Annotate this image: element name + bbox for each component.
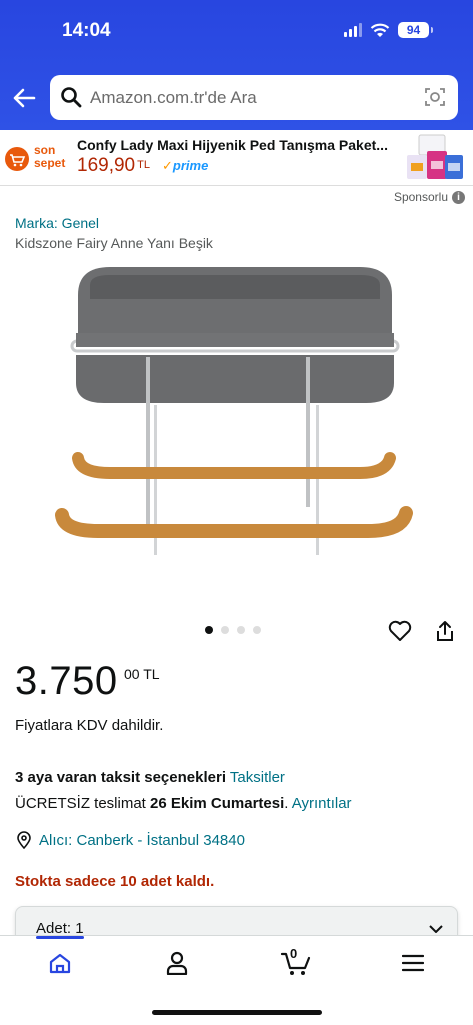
- camera-scan-icon[interactable]: [424, 86, 446, 108]
- vat-note: Fiyatlara KDV dahildir.: [15, 717, 164, 734]
- nav-cart[interactable]: 0: [276, 946, 316, 978]
- chevron-down-icon: [429, 925, 443, 933]
- banner-price: 169,90 TL: [77, 155, 150, 177]
- installment-text: 3 aya varan taksit seçenekleri: [15, 769, 226, 786]
- hamburger-menu-icon: [402, 954, 424, 972]
- share-icon[interactable]: [434, 620, 456, 642]
- cart-count: 0: [290, 946, 298, 961]
- sponsored-text: Sponsorlu: [393, 190, 448, 204]
- delivery-prefix: ÜCRETSİZ teslimat: [15, 795, 146, 812]
- delivery-details-link[interactable]: Ayrıntılar: [292, 795, 352, 812]
- delivery-location[interactable]: Alıcı: Canberk - İstanbul 34840: [15, 831, 245, 849]
- top-header: 14:04 94 Amazon.com.tr'de Ara: [0, 0, 473, 130]
- price-main: 3.750: [15, 659, 118, 703]
- status-icons: 94: [344, 22, 433, 38]
- search-bar[interactable]: Amazon.com.tr'de Ara: [50, 75, 458, 120]
- prime-badge: ✓prime: [162, 158, 209, 173]
- price-currency: TL: [143, 666, 160, 682]
- product-title: Kidszone Fairy Anne Yanı Beşik: [15, 235, 213, 251]
- search-input[interactable]: Amazon.com.tr'de Ara: [90, 88, 257, 108]
- carousel-dot[interactable]: [237, 626, 245, 634]
- image-carousel-dots[interactable]: [205, 626, 261, 634]
- home-icon: [49, 953, 71, 974]
- info-icon[interactable]: i: [452, 190, 465, 204]
- location-text[interactable]: Alıcı: Canberk - İstanbul 34840: [39, 832, 245, 849]
- banner-title[interactable]: Confy Lady Maxi Hijyenik Ped Tanışma Pak…: [77, 137, 397, 153]
- logo-text-sepet: sepet: [34, 156, 66, 170]
- carousel-dot[interactable]: [205, 626, 213, 634]
- prime-label: prime: [172, 158, 209, 173]
- carousel-dot[interactable]: [253, 626, 261, 634]
- wifi-icon: [370, 23, 390, 37]
- product-image-bassinet[interactable]: [50, 255, 420, 585]
- carousel-dot[interactable]: [221, 626, 229, 634]
- status-time: 14:04: [62, 20, 111, 41]
- banner-price-currency: TL: [137, 159, 150, 171]
- delivery-info: ÜCRETSİZ teslimat 26 Ekim Cumartesi. Ayr…: [15, 795, 352, 812]
- shopping-cart-icon: [5, 147, 29, 171]
- person-icon: [166, 951, 188, 975]
- price-fraction-currency: 00 TL: [124, 666, 160, 682]
- active-tab-indicator: [36, 936, 84, 939]
- battery-indicator: 94: [398, 22, 433, 38]
- location-pin-icon: [17, 831, 31, 849]
- back-arrow-icon[interactable]: [10, 84, 38, 112]
- installment-info: 3 aya varan taksit seçenekleri Taksitler: [15, 769, 285, 786]
- delivery-date: 26 Ekim Cumartesi: [150, 795, 285, 812]
- cellular-signal-icon: [344, 23, 362, 37]
- home-indicator: [152, 1010, 322, 1015]
- stock-warning: Stokta sadece 10 adet kaldı.: [15, 873, 215, 890]
- nav-home[interactable]: [40, 948, 80, 978]
- banner-price-value: 169,90: [77, 155, 136, 176]
- price-fraction: 00: [124, 666, 140, 682]
- heart-icon[interactable]: [388, 620, 412, 642]
- sponsored-label[interactable]: Sponsorlu i: [394, 190, 465, 204]
- nav-menu[interactable]: [393, 948, 433, 978]
- brand-link[interactable]: Marka: Genel: [15, 215, 99, 231]
- sonsepet-logo: son sepet: [5, 142, 73, 174]
- nav-account[interactable]: [157, 948, 197, 978]
- banner-product-image[interactable]: [405, 133, 465, 183]
- installment-link[interactable]: Taksitler: [230, 769, 285, 786]
- search-icon: [61, 87, 82, 108]
